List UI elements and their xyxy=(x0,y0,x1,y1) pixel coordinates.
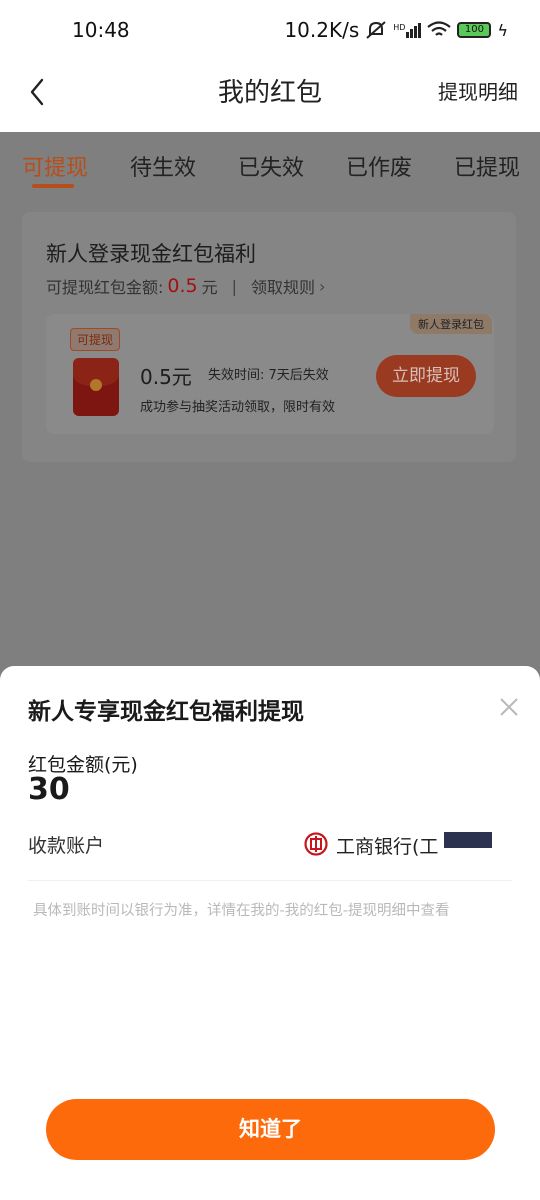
amount-unit: 元 xyxy=(201,278,218,297)
amount-label: 可提现红包金额: xyxy=(46,278,164,297)
got-it-button[interactable]: 知道了 xyxy=(46,1099,495,1160)
rules-link[interactable]: 领取规则 xyxy=(251,274,315,298)
sheet-divider xyxy=(28,880,512,881)
tab-pending[interactable]: 待生效 xyxy=(130,150,196,182)
mute-icon xyxy=(366,21,386,39)
bonus-amount: 0.5 xyxy=(167,275,198,297)
bank-account-name: 工商银行(工 xyxy=(336,836,439,858)
hd-signal-icon: HD xyxy=(393,22,422,38)
bonus-card-summary: 可提现红包金额: 0.5 元 | 领取规则 › xyxy=(46,274,325,298)
red-packet-seal xyxy=(90,379,102,391)
sheet-title: 新人专享现金红包福利提现 xyxy=(28,699,304,725)
red-packet-amount-value: 30 xyxy=(28,772,70,807)
account-label: 收款账户 xyxy=(28,835,105,857)
coupon-expire: 失效时间: 7天后失效 xyxy=(208,368,329,383)
withdraw-now-button[interactable]: 立即提现 xyxy=(376,355,476,397)
withdraw-details-link[interactable]: 提现明细 xyxy=(438,76,518,105)
wifi-icon xyxy=(427,21,452,36)
account-number-redaction xyxy=(444,832,492,848)
status-time: 10:48 xyxy=(72,18,130,42)
close-icon[interactable] xyxy=(496,694,522,720)
arrival-notice: 具体到账时间以银行为准，详情在我的-我的红包-提现明细中查看 xyxy=(33,903,450,919)
charging-icon: ϟ xyxy=(497,20,508,40)
coupon-corner-tag: 新人登录红包 xyxy=(410,314,492,334)
summary-divider: | xyxy=(231,276,238,296)
coupon-status-tag: 可提现 xyxy=(70,328,121,351)
status-indicators: 10.2K/s HD 100 ϟ xyxy=(284,18,508,42)
tab-bar: 可提现 待生效 已失效 已作废 已提现 xyxy=(0,132,540,198)
battery-icon: 100 xyxy=(457,22,492,38)
nav-header: 我的红包 提现明细 xyxy=(0,60,540,132)
tab-expired[interactable]: 已失效 xyxy=(238,150,304,182)
active-tab-indicator xyxy=(32,184,74,188)
icbc-logo-icon xyxy=(304,832,328,856)
tab-withdrawable[interactable]: 可提现 xyxy=(22,150,88,182)
status-bar: 10:48 10.2K/s HD 100 ϟ xyxy=(0,0,540,60)
tab-withdrawn[interactable]: 已提现 xyxy=(454,150,520,182)
network-speed: 10.2K/s xyxy=(284,18,360,42)
chevron-right-icon: › xyxy=(319,276,326,296)
coupon-amount: 0.5元 xyxy=(140,365,192,389)
bonus-card-title: 新人登录现金红包福利 xyxy=(46,242,256,266)
tab-voided[interactable]: 已作废 xyxy=(346,150,412,182)
coupon-desc: 成功参与抽奖活动领取，限时有效 xyxy=(140,400,336,415)
